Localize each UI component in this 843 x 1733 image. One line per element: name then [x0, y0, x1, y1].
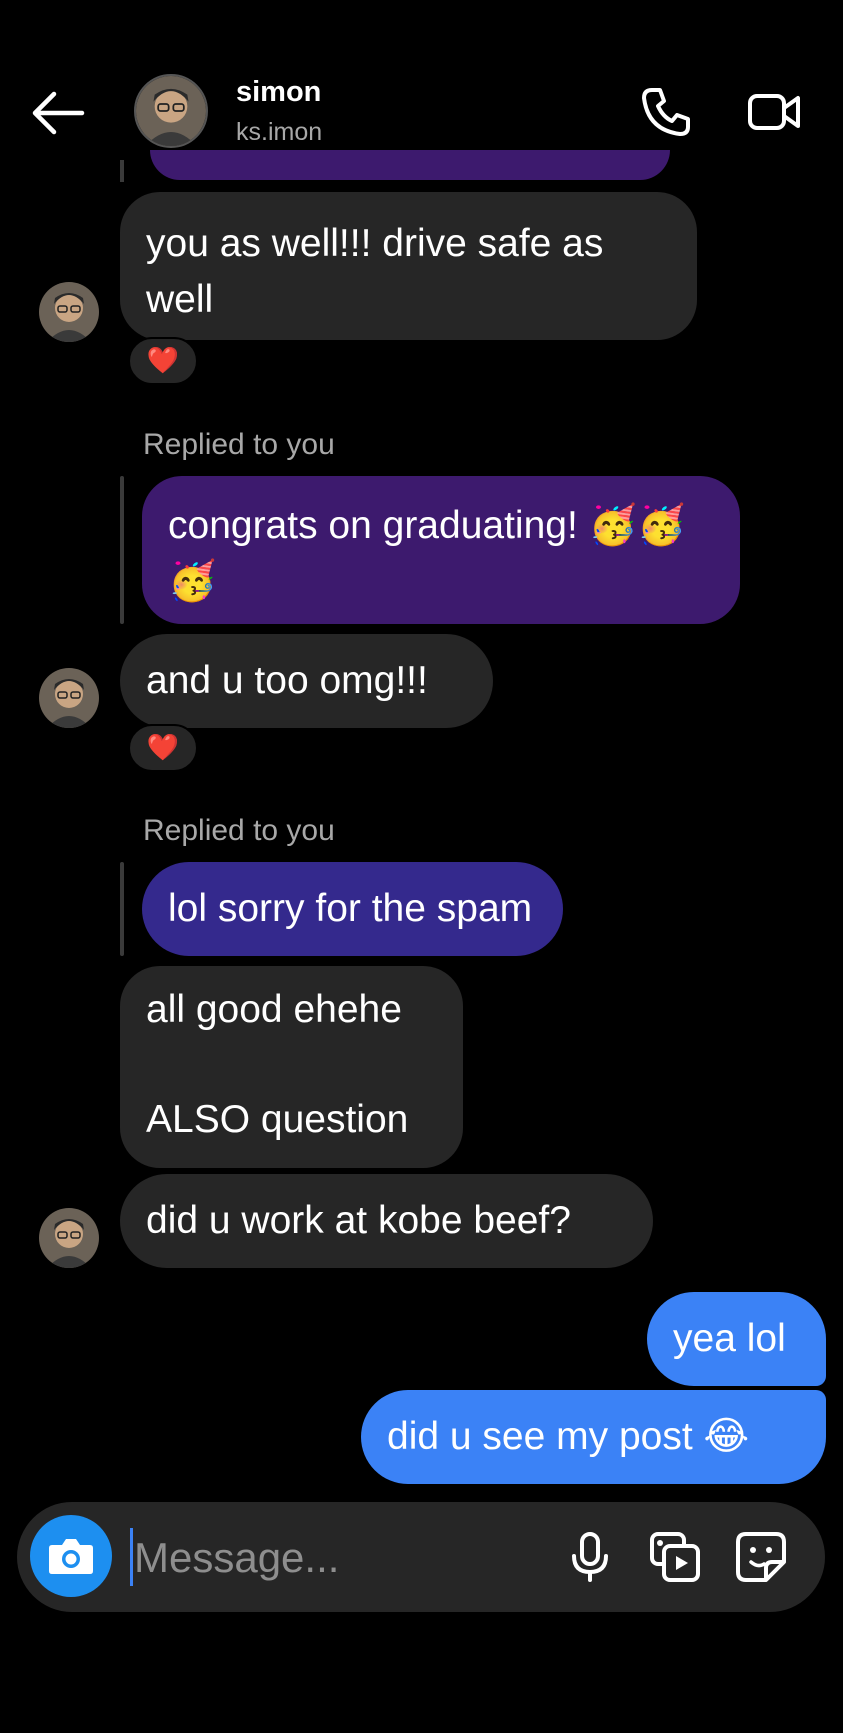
sticker-icon[interactable]: [734, 1530, 788, 1584]
sender-avatar[interactable]: [39, 668, 99, 728]
previous-message-remnant[interactable]: [150, 150, 670, 180]
message-text: yea lol: [673, 1317, 786, 1360]
reply-bar: [120, 476, 124, 624]
received-message[interactable]: and u too omg!!!: [120, 634, 493, 728]
message-text: did u see my post 😂: [387, 1415, 750, 1458]
heart-reaction[interactable]: ❤️: [128, 724, 198, 772]
quote-text: congrats on graduating! 🥳🥳🥳: [168, 504, 686, 603]
received-message[interactable]: you as well!!! drive safe as well: [120, 192, 697, 340]
avatar-image: [39, 668, 99, 728]
phone-call-icon[interactable]: [638, 84, 694, 140]
received-message[interactable]: did u work at kobe beef?: [120, 1174, 653, 1268]
avatar-image: [136, 76, 206, 146]
sent-message[interactable]: yea lol: [647, 1292, 826, 1386]
heart-icon: ❤️: [146, 346, 180, 376]
camera-button[interactable]: [30, 1515, 112, 1597]
avatar-image: [39, 282, 99, 342]
avatar-image: [39, 1208, 99, 1268]
contact-name[interactable]: simon: [236, 76, 321, 109]
message-text: did u work at kobe beef?: [146, 1199, 571, 1242]
sender-avatar[interactable]: [39, 282, 99, 342]
replied-label: Replied to you: [143, 814, 335, 847]
back-arrow-icon[interactable]: [30, 88, 86, 138]
video-call-icon[interactable]: [746, 84, 802, 140]
microphone-icon[interactable]: [563, 1530, 617, 1584]
contact-avatar[interactable]: [134, 74, 208, 148]
gallery-icon[interactable]: [648, 1530, 702, 1584]
heart-icon: ❤️: [146, 733, 180, 763]
message-line: all good ehehe: [146, 988, 402, 1031]
received-message[interactable]: all good ehehe ALSO question: [120, 966, 463, 1168]
camera-icon: [49, 1539, 93, 1574]
sent-message[interactable]: did u see my post 😂: [361, 1390, 826, 1484]
message-line: ALSO question: [146, 1098, 409, 1141]
reply-bar-remnant: [120, 160, 124, 182]
heart-reaction[interactable]: ❤️: [128, 337, 198, 385]
sender-avatar[interactable]: [39, 1208, 99, 1268]
message-text: you as well!!! drive safe as well: [146, 222, 604, 321]
quote-text: lol sorry for the spam: [168, 887, 533, 930]
contact-handle: ks.imon: [236, 118, 323, 146]
message-text: and u too omg!!!: [146, 659, 428, 702]
message-input[interactable]: [134, 1530, 534, 1586]
reply-quote[interactable]: congrats on graduating! 🥳🥳🥳: [142, 476, 740, 624]
text-cursor: [130, 1528, 133, 1586]
replied-label: Replied to you: [143, 428, 335, 461]
reply-quote[interactable]: lol sorry for the spam: [142, 862, 563, 956]
reply-bar: [120, 862, 124, 956]
